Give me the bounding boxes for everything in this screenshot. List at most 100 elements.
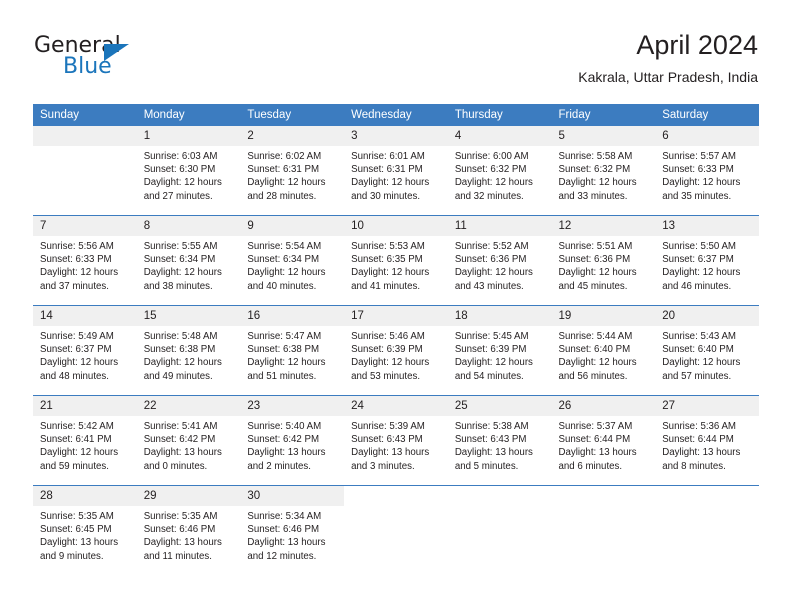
sunrise-time: Sunrise: 5:58 AM (558, 151, 633, 162)
daylight-duration-line1: Daylight: 12 hours (40, 267, 119, 279)
calendar-day-cell[interactable]: 22 Sunrise: 5:41 AM Sunset: 6:42 PM Dayligh… (136, 395, 241, 486)
calendar-day-cell[interactable]: 17 Sunrise: 5:46 AM Sunset: 6:39 PM Dayligh… (344, 305, 448, 396)
calendar-cell-inner: 2 Sunrise: 6:02 AM Sunset: 6:31 PM Daylight… (240, 126, 345, 215)
calendar-empty-cell (33, 126, 137, 216)
calendar-cell-inner: 3 Sunrise: 6:01 AM Sunset: 6:31 PM Daylight… (344, 126, 448, 215)
daylight-duration-line1: Daylight: 13 hours (351, 447, 430, 459)
day-details: Sunrise: 5:37 AM Sunset: 6:44 PM Daylight:… (552, 416, 656, 473)
calendar-day-cell[interactable]: 15 Sunrise: 5:48 AM Sunset: 6:38 PM Dayligh… (136, 305, 241, 396)
sunrise-time: Sunrise: 5:51 AM (558, 241, 633, 252)
day-number (344, 486, 448, 506)
calendar-day-cell[interactable]: 8 Sunrise: 5:55 AM Sunset: 6:34 PM Daylight… (136, 215, 241, 306)
sunrise-time: Sunrise: 6:03 AM (143, 151, 218, 162)
calendar-day-cell[interactable]: 20 Sunrise: 5:43 AM Sunset: 6:40 PM Dayligh… (655, 305, 759, 396)
calendar-cell-inner (551, 486, 656, 575)
calendar-week-row: 7 Sunrise: 5:56 AM Sunset: 6:33 PM Daylight… (33, 215, 759, 306)
daylight-duration-line1: Daylight: 12 hours (558, 357, 637, 369)
calendar-cell-inner: 15 Sunrise: 5:48 AM Sunset: 6:38 PM Dayligh… (136, 306, 241, 395)
day-number (447, 486, 552, 506)
calendar-day-cell[interactable]: 13 Sunrise: 5:50 AM Sunset: 6:37 PM Dayligh… (655, 215, 759, 306)
calendar-day-cell[interactable]: 28 Sunrise: 5:35 AM Sunset: 6:45 PM Dayligh… (33, 485, 137, 575)
calendar-day-cell[interactable]: 21 Sunrise: 5:42 AM Sunset: 6:41 PM Dayligh… (33, 395, 137, 486)
calendar-day-cell[interactable]: 12 Sunrise: 5:51 AM Sunset: 6:36 PM Dayligh… (551, 215, 656, 306)
calendar-day-cell[interactable]: 7 Sunrise: 5:56 AM Sunset: 6:33 PM Daylight… (33, 215, 137, 306)
sunset-time: Sunset: 6:46 PM (143, 524, 216, 536)
day-details: Sunrise: 6:03 AM Sunset: 6:30 PM Daylight:… (137, 146, 241, 203)
daylight-duration-line1: Daylight: 13 hours (40, 537, 119, 549)
calendar-cell-inner: 22 Sunrise: 5:41 AM Sunset: 6:42 PM Dayligh… (136, 396, 241, 485)
day-number: 30 (240, 486, 345, 506)
calendar-day-cell[interactable]: 5 Sunrise: 5:58 AM Sunset: 6:32 PM Daylight… (551, 126, 656, 216)
sunset-time: Sunset: 6:37 PM (40, 344, 112, 356)
sunrise-time: Sunrise: 5:48 AM (143, 331, 218, 342)
calendar-day-cell[interactable]: 19 Sunrise: 5:44 AM Sunset: 6:40 PM Dayligh… (551, 305, 656, 396)
day-details: Sunrise: 5:58 AM Sunset: 6:32 PM Daylight:… (552, 146, 656, 203)
sunrise-time: Sunrise: 5:36 AM (662, 421, 736, 432)
weekday-header-saturday: Saturday (655, 104, 759, 126)
day-number: 17 (344, 306, 448, 326)
daylight-duration-line2: and 38 minutes. (143, 280, 213, 292)
day-number: 2 (240, 126, 345, 146)
daylight-duration-line1: Daylight: 12 hours (351, 267, 430, 279)
sunset-time: Sunset: 6:45 PM (40, 524, 112, 536)
calendar-week-row: 14 Sunrise: 5:49 AM Sunset: 6:37 PM Dayligh… (33, 305, 759, 396)
sunset-time: Sunset: 6:34 PM (247, 254, 320, 266)
calendar-day-cell[interactable]: 24 Sunrise: 5:39 AM Sunset: 6:43 PM Dayligh… (344, 395, 448, 486)
daylight-duration-line2: and 54 minutes. (454, 370, 524, 382)
daylight-duration-line1: Daylight: 12 hours (351, 177, 430, 189)
calendar-cell-inner: 21 Sunrise: 5:42 AM Sunset: 6:41 PM Dayligh… (33, 396, 137, 485)
sunset-time: Sunset: 6:38 PM (247, 344, 320, 356)
calendar-day-cell[interactable]: 11 Sunrise: 5:52 AM Sunset: 6:36 PM Dayligh… (447, 215, 552, 306)
calendar-day-cell[interactable]: 29 Sunrise: 5:35 AM Sunset: 6:46 PM Dayligh… (136, 485, 241, 575)
day-number: 8 (136, 216, 241, 236)
calendar-cell-inner: 24 Sunrise: 5:39 AM Sunset: 6:43 PM Dayligh… (344, 396, 448, 485)
calendar-day-cell[interactable]: 14 Sunrise: 5:49 AM Sunset: 6:37 PM Dayligh… (33, 305, 137, 396)
calendar-day-cell[interactable]: 4 Sunrise: 6:00 AM Sunset: 6:32 PM Daylight… (447, 126, 552, 216)
calendar-day-cell[interactable]: 27 Sunrise: 5:36 AM Sunset: 6:44 PM Dayligh… (655, 395, 759, 486)
sunset-time: Sunset: 6:36 PM (454, 254, 527, 266)
day-number: 22 (136, 396, 241, 416)
sunset-time: Sunset: 6:33 PM (40, 254, 112, 266)
calendar-day-cell[interactable]: 25 Sunrise: 5:38 AM Sunset: 6:43 PM Dayligh… (447, 395, 552, 486)
general-blue-logo[interactable]: General Blue (34, 34, 164, 84)
day-number: 10 (344, 216, 448, 236)
calendar-day-cell[interactable]: 1 Sunrise: 6:03 AM Sunset: 6:30 PM Daylight… (136, 126, 241, 216)
day-number: 20 (655, 306, 759, 326)
calendar-day-cell[interactable]: 18 Sunrise: 5:45 AM Sunset: 6:39 PM Dayligh… (447, 305, 552, 396)
calendar-day-cell[interactable]: 26 Sunrise: 5:37 AM Sunset: 6:44 PM Dayligh… (551, 395, 656, 486)
calendar-cell-inner: 16 Sunrise: 5:47 AM Sunset: 6:38 PM Dayligh… (240, 306, 345, 395)
daylight-duration-line2: and 59 minutes. (40, 460, 109, 472)
day-details: Sunrise: 5:42 AM Sunset: 6:41 PM Daylight:… (33, 416, 137, 473)
calendar-week-row: 21 Sunrise: 5:42 AM Sunset: 6:41 PM Dayligh… (33, 395, 759, 486)
calendar-cell-inner: 27 Sunrise: 5:36 AM Sunset: 6:44 PM Dayligh… (655, 396, 759, 485)
day-number (551, 486, 656, 506)
daylight-duration-line1: Daylight: 12 hours (351, 357, 430, 369)
sunset-time: Sunset: 6:30 PM (143, 164, 216, 176)
sunset-time: Sunset: 6:44 PM (558, 434, 631, 446)
sunset-time: Sunset: 6:33 PM (662, 164, 734, 176)
sunset-time: Sunset: 6:40 PM (558, 344, 631, 356)
calendar-cell-inner (655, 486, 759, 575)
sunset-time: Sunset: 6:43 PM (351, 434, 423, 446)
sunset-time: Sunset: 6:43 PM (454, 434, 527, 446)
calendar-day-cell[interactable]: 2 Sunrise: 6:02 AM Sunset: 6:31 PM Daylight… (240, 126, 345, 216)
sunset-time: Sunset: 6:39 PM (351, 344, 423, 356)
calendar-day-cell[interactable]: 3 Sunrise: 6:01 AM Sunset: 6:31 PM Daylight… (344, 126, 448, 216)
calendar-day-cell[interactable]: 10 Sunrise: 5:53 AM Sunset: 6:35 PM Dayligh… (344, 215, 448, 306)
calendar-day-cell[interactable]: 6 Sunrise: 5:57 AM Sunset: 6:33 PM Daylight… (655, 126, 759, 216)
day-details: Sunrise: 5:48 AM Sunset: 6:38 PM Daylight:… (137, 326, 241, 383)
calendar-empty-cell (551, 485, 656, 575)
day-number: 6 (655, 126, 759, 146)
calendar-day-cell[interactable]: 9 Sunrise: 5:54 AM Sunset: 6:34 PM Daylight… (240, 215, 345, 306)
calendar-day-cell[interactable]: 16 Sunrise: 5:47 AM Sunset: 6:38 PM Dayligh… (240, 305, 345, 396)
daylight-duration-line2: and 43 minutes. (454, 280, 524, 292)
daylight-duration-line2: and 33 minutes. (558, 190, 628, 202)
calendar-week-row: 28 Sunrise: 5:35 AM Sunset: 6:45 PM Dayligh… (33, 485, 759, 575)
sunset-time: Sunset: 6:40 PM (662, 344, 734, 356)
day-details (344, 506, 448, 510)
calendar-day-cell[interactable]: 23 Sunrise: 5:40 AM Sunset: 6:42 PM Dayligh… (240, 395, 345, 486)
day-details: Sunrise: 6:00 AM Sunset: 6:32 PM Daylight:… (448, 146, 552, 203)
calendar-day-cell[interactable]: 30 Sunrise: 5:34 AM Sunset: 6:46 PM Dayligh… (240, 485, 345, 575)
daylight-duration-line2: and 48 minutes. (40, 370, 109, 382)
daylight-duration-line1: Daylight: 12 hours (558, 177, 637, 189)
